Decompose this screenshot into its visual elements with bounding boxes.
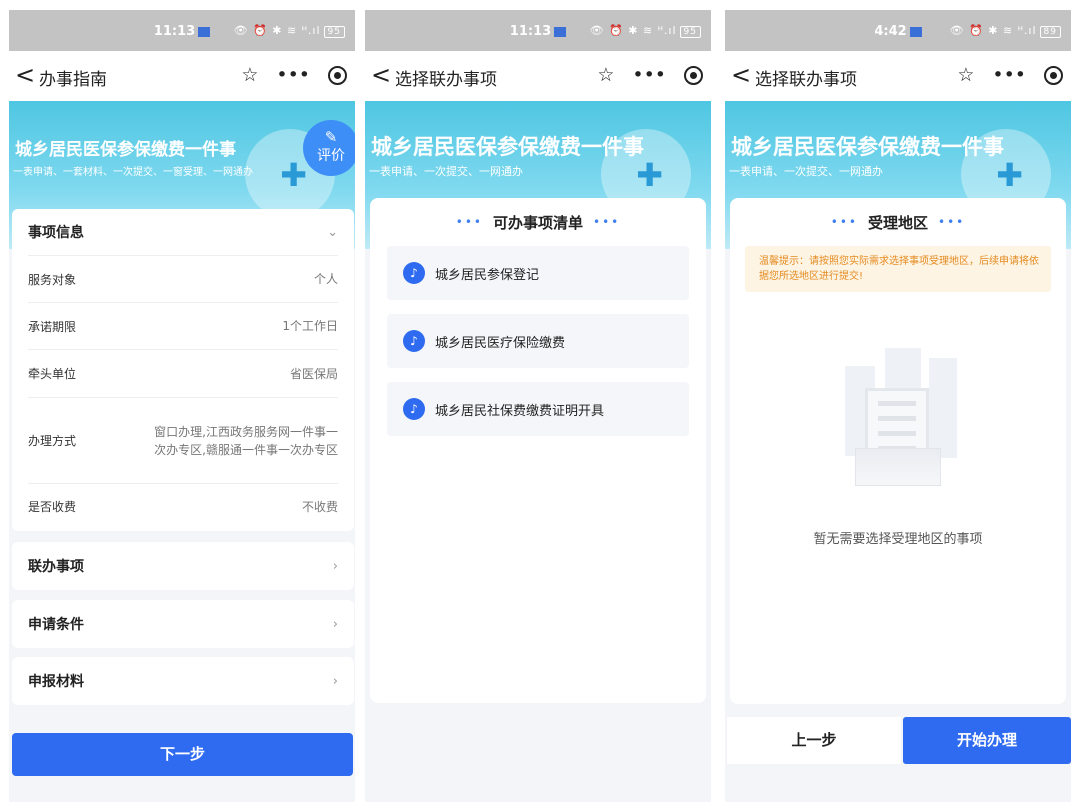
nav-bar: < 办事指南 ☆ ••• xyxy=(9,51,355,101)
bell-icon: ♪ xyxy=(403,398,425,420)
screen-guide: 11:13 👁 ⏰ ✱ ≋ ᴴ.ıl 95 < 办事指南 ☆ ••• ✚ 城乡居民… xyxy=(9,10,355,802)
section-materials[interactable]: 申报材料 › xyxy=(12,657,354,705)
dots-decoration: ••• xyxy=(938,215,966,229)
medical-cross-icon: ✚ xyxy=(996,156,1023,194)
dots-decoration: ••• xyxy=(455,215,483,229)
medical-cross-icon: ✚ xyxy=(636,156,663,194)
page-title: 选择联办事项 xyxy=(755,70,857,90)
pen-icon: ✎ xyxy=(324,128,338,146)
start-processing-button[interactable]: 开始办理 xyxy=(903,717,1071,764)
list-item[interactable]: ♪ 城乡居民医疗保险缴费 xyxy=(387,314,689,368)
more-icon[interactable]: ••• xyxy=(276,64,310,86)
status-bar: 11:13 👁 ⏰ ✱ ≋ ᴴ.ıl 95 xyxy=(365,10,711,51)
page-title: 办事指南 xyxy=(39,70,107,90)
status-bar: 11:13 👁 ⏰ ✱ ≋ ᴴ.ıl 95 xyxy=(9,10,355,51)
info-row: 服务对象 个人 xyxy=(28,255,338,302)
rate-label: 评价 xyxy=(317,148,345,164)
battery-icon: 89 xyxy=(1039,26,1061,38)
bottom-action-bar: 上一步 开始办理 xyxy=(725,717,1071,764)
list-item[interactable]: ♪ 城乡居民参保登记 xyxy=(387,246,689,300)
back-icon[interactable]: < xyxy=(731,61,751,89)
bell-icon: ♪ xyxy=(403,262,425,284)
back-icon[interactable]: < xyxy=(371,61,391,89)
back-icon[interactable]: < xyxy=(15,61,35,89)
available-items-panel: ••• 可办事项清单 ••• ♪ 城乡居民参保登记 ♪ 城乡居民医疗保险缴费 ♪… xyxy=(370,198,706,703)
banner-title: 城乡居民医保参保缴费一件事 xyxy=(731,135,1004,159)
dots-decoration: ••• xyxy=(593,215,621,229)
nav-bar: < 选择联办事项 ☆ ••• xyxy=(725,51,1071,101)
panel-title: ••• 可办事项清单 ••• xyxy=(455,213,621,232)
next-step-button[interactable]: 下一步 xyxy=(12,733,353,776)
panel-title: ••• 受理地区 ••• xyxy=(830,213,966,232)
previous-step-button[interactable]: 上一步 xyxy=(727,717,901,764)
dots-decoration: ••• xyxy=(830,215,858,229)
chevron-right-icon: › xyxy=(332,616,338,632)
close-miniprogram-icon[interactable] xyxy=(1044,66,1063,85)
list-item[interactable]: ♪ 城乡居民社保费缴费证明开具 xyxy=(387,382,689,436)
chevron-right-icon: › xyxy=(332,558,338,574)
status-icons: 👁 ⏰ ✱ ≋ ᴴ.ıl 89 xyxy=(950,24,1061,38)
star-icon[interactable]: ☆ xyxy=(241,64,258,86)
battery-icon: 95 xyxy=(323,26,345,38)
info-card-header[interactable]: 事项信息 ⌄ xyxy=(12,209,354,255)
close-miniprogram-icon[interactable] xyxy=(684,66,703,85)
banner-title: 城乡居民医保参保缴费一件事 xyxy=(371,135,644,159)
banner-subtitle: 一表申请、一次提交、一网通办 xyxy=(729,165,883,178)
bell-icon: ♪ xyxy=(403,330,425,352)
section-conditions[interactable]: 申请条件 › xyxy=(12,600,354,648)
more-icon[interactable]: ••• xyxy=(632,64,666,86)
screen-select-items: 11:13 👁 ⏰ ✱ ≋ ᴴ.ıl 95 < 选择联办事项 ☆ ••• ✚ 城乡… xyxy=(365,10,711,802)
banner-subtitle: 一表申请、一次提交、一网通办 xyxy=(369,165,523,178)
status-icons: 👁 ⏰ ✱ ≋ ᴴ.ıl 95 xyxy=(234,24,345,38)
info-row: 办理方式 窗口办理,江西政务服务网一件事一次办专区,赣服通一件事一次办专区 xyxy=(28,397,338,483)
region-panel: ••• 受理地区 ••• 温馨提示：请按照您实际需求选择事项受理地区，后续申请将… xyxy=(730,198,1066,704)
status-bar: 4:42 👁 ⏰ ✱ ≋ ᴴ.ıl 89 xyxy=(725,10,1071,51)
empty-state-illustration xyxy=(825,348,975,498)
banner-subtitle: 一表申请、一套材料、一次提交、一窗受理、一网通办 xyxy=(13,167,253,178)
section-joint-items[interactable]: 联办事项 › xyxy=(12,542,354,590)
more-icon[interactable]: ••• xyxy=(992,64,1026,86)
star-icon[interactable]: ☆ xyxy=(957,64,974,86)
nav-bar: < 选择联办事项 ☆ ••• xyxy=(365,51,711,101)
star-icon[interactable]: ☆ xyxy=(597,64,614,86)
rate-button[interactable]: ✎ 评价 xyxy=(303,120,355,176)
screen-select-region: 4:42 👁 ⏰ ✱ ≋ ᴴ.ıl 89 < 选择联办事项 ☆ ••• ✚ 城乡居… xyxy=(725,10,1071,802)
chevron-down-icon: ⌄ xyxy=(327,224,338,240)
info-row: 承诺期限 1个工作日 xyxy=(28,302,338,349)
page-title: 选择联办事项 xyxy=(395,70,497,90)
chevron-right-icon: › xyxy=(332,673,338,689)
info-card: 事项信息 ⌄ 服务对象 个人 承诺期限 1个工作日 牵头单位 省医保局 办理方式… xyxy=(12,209,354,531)
banner-title: 城乡居民医保参保缴费一件事 xyxy=(15,140,236,160)
close-miniprogram-icon[interactable] xyxy=(328,66,347,85)
empty-state-text: 暂无需要选择受理地区的事项 xyxy=(813,532,983,547)
info-row: 是否收费 不收费 xyxy=(28,483,338,529)
battery-icon: 95 xyxy=(679,26,701,38)
info-row: 牵头单位 省医保局 xyxy=(28,349,338,397)
status-icons: 👁 ⏰ ✱ ≋ ᴴ.ıl 95 xyxy=(590,24,701,38)
notice-banner: 温馨提示：请按照您实际需求选择事项受理地区，后续申请将依据您所选地区进行提交! xyxy=(745,246,1051,292)
